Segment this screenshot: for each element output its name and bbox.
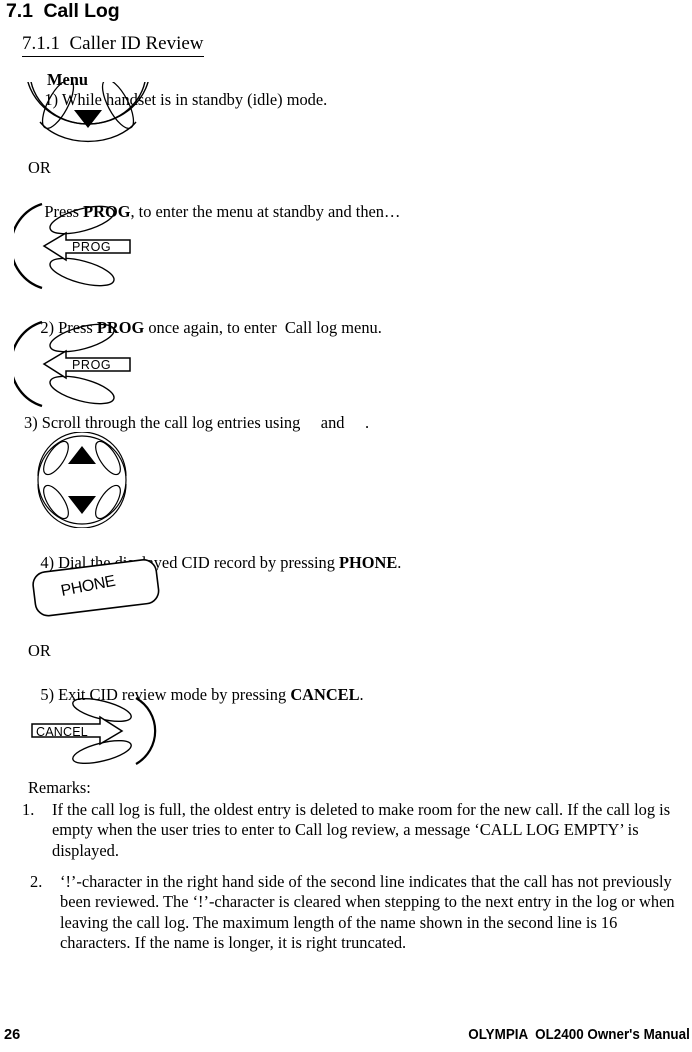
navigation-key-up-down-icon <box>24 432 144 528</box>
navigation-key-down-icon <box>18 82 158 160</box>
step-4-key: PHONE <box>339 553 398 572</box>
step-5-key: CANCEL <box>290 685 360 704</box>
prog-key-callout-1: PROG <box>14 198 184 294</box>
phone-key-icon: PHONE <box>24 556 174 622</box>
step-3-line: 3) Scroll through the call log entries u… <box>24 413 370 432</box>
remark-1-text: If the call log is full, the oldest entr… <box>52 800 671 860</box>
remark-2-number: 2. <box>30 872 43 891</box>
remark-2-text: ‘!’-character in the right hand side of … <box>60 872 675 953</box>
subsection-heading: 7.1.1 Caller ID Review <box>22 33 204 57</box>
or-separator-2: OR <box>28 641 51 660</box>
remarks-label: Remarks: <box>28 778 91 797</box>
remark-1-number: 1. <box>22 800 35 819</box>
page-title: 7.1 Call Log <box>6 0 120 22</box>
page-footer: 26 OLYMPIA OL2400 Owner's Manual <box>0 1027 692 1051</box>
footer-manual-title: OLYMPIA OL2400 Owner's Manual <box>468 1027 690 1043</box>
cancel-key-callout: CANCEL <box>18 692 168 770</box>
remark-item-2: 2. ‘!’-character in the right hand side … <box>30 872 682 954</box>
step-5-suffix: . <box>359 685 364 704</box>
manual-page: 7.1 Call Log 7.1.1 Caller ID Review 1) W… <box>0 0 692 1052</box>
step-4-suffix: . <box>397 553 402 572</box>
prog-key-callout-2: PROG <box>14 316 184 412</box>
prog-key-label-1: PROG <box>72 240 111 254</box>
cancel-key-label: CANCEL <box>36 725 88 739</box>
footer-page-number: 26 <box>4 1027 21 1043</box>
or-separator-1: OR <box>28 158 51 177</box>
prog-key-label-2: PROG <box>72 358 111 372</box>
remark-item-1: 1. If the call log is full, the oldest e… <box>22 800 682 861</box>
